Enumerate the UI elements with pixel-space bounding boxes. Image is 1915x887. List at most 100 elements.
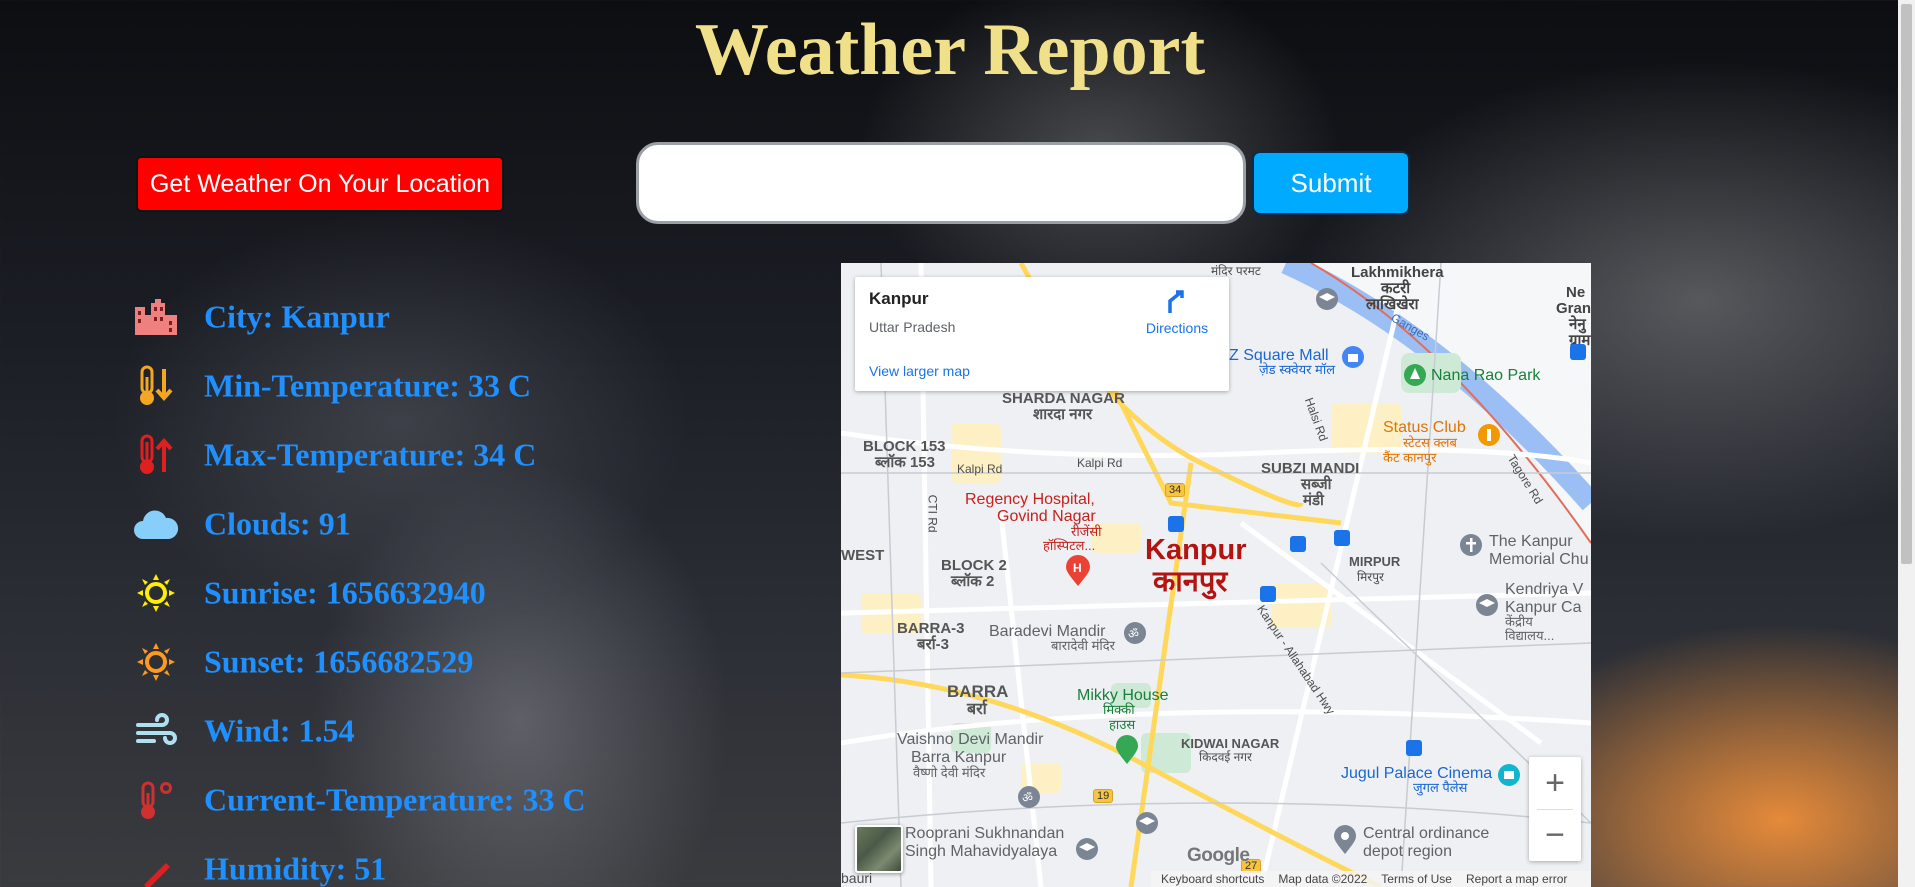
map-label-kanpur-memorial: The Kanpur: [1489, 533, 1573, 550]
embedded-map[interactable]: Kanpur Uttar Pradesh View larger map Dir…: [841, 263, 1591, 887]
map-label-kendriya: Kendriya V: [1505, 581, 1584, 598]
sunrise-icon: [133, 570, 179, 616]
map-label-vaishno2: Barra Kanpur: [911, 749, 1007, 766]
sunset-row: Sunset: 1656682529: [133, 627, 473, 696]
max-temperature-row: Max-Temperature: 34 C: [133, 420, 536, 489]
city-icon: [133, 294, 179, 340]
bus-stop-icon-3[interactable]: [1333, 529, 1351, 552]
bus-stop-icon-5[interactable]: [1405, 739, 1423, 762]
zoom-in-button[interactable]: +: [1529, 757, 1581, 809]
route-34-shield: 34: [1165, 483, 1186, 497]
zoom-divider: [1537, 809, 1573, 810]
zoom-out-button[interactable]: −: [1529, 809, 1581, 861]
humidity-text: Humidity: 51: [204, 850, 387, 886]
transit-pin-icon[interactable]: [1569, 343, 1587, 366]
report-map-error-link[interactable]: Report a map error: [1466, 872, 1567, 886]
map-label-kidwai-local: किदवई नगर: [1199, 750, 1252, 764]
map-label-status-club-local2: कैंट कानपुर: [1383, 450, 1437, 465]
temple-pin-icon[interactable]: ॐ: [1123, 621, 1147, 650]
shopping-pin-icon[interactable]: [1341, 345, 1365, 374]
satellite-toggle-button[interactable]: [855, 825, 903, 873]
map-label-nana-rao: Nana Rao Park: [1431, 367, 1541, 384]
map-label-baradevi-local: बारादेवी मंदिर: [1051, 638, 1115, 653]
school-pin-icon[interactable]: [1315, 287, 1339, 316]
park-pin-icon[interactable]: [1403, 363, 1427, 392]
min-temperature-row: Min-Temperature: 33 C: [133, 351, 531, 420]
map-label-status-club-local: स्टेटस क्लब: [1403, 435, 1457, 450]
city-text: City: Kanpur: [204, 298, 390, 334]
map-label-lakhmikhera-local2: लाखिखेरा: [1366, 296, 1419, 313]
current-temperature-row: Current-Temperature: 33 C: [133, 765, 586, 834]
clouds-text: Clouds: 91: [204, 505, 351, 541]
map-label-vaishno: Vaishno Devi Mandir: [897, 731, 1044, 748]
map-city-label: Kanpur: [1145, 534, 1247, 566]
hospital-pin-icon[interactable]: H: [1065, 555, 1091, 592]
sunrise-text: Sunrise: 1656632940: [204, 574, 486, 610]
sunset-icon: [133, 639, 179, 685]
min-temperature-icon: [133, 363, 179, 409]
humidity-row: Humidity: 51: [133, 834, 386, 887]
map-label-regency: Regency Hospital,: [965, 491, 1095, 508]
bus-stop-icon-2[interactable]: [1289, 535, 1307, 558]
map-label-regency2: Govind Nagar: [997, 508, 1096, 525]
svg-text:ॐ: ॐ: [1128, 627, 1139, 641]
wind-text: Wind: 1.54: [204, 712, 355, 748]
keyboard-shortcuts-link[interactable]: Keyboard shortcuts: [1161, 872, 1264, 886]
map-label-barra3-local: बर्रा-3: [917, 636, 949, 653]
map-label-mikky-local: मिक्की: [1103, 702, 1135, 717]
map-footer: Keyboard shortcuts Map data ©2022 Terms …: [1151, 871, 1591, 887]
location-pin-icon[interactable]: [1333, 825, 1357, 860]
current-temperature-icon: [133, 777, 179, 823]
wind-icon: [133, 708, 179, 754]
svg-text:H: H: [1073, 561, 1082, 575]
temple-pin-icon-2[interactable]: ॐ: [1017, 785, 1041, 814]
map-city-label-local: कानपुर: [1153, 566, 1228, 598]
map-label-kanpur-memorial2: Memorial Chu: [1489, 551, 1589, 568]
church-pin-icon[interactable]: [1459, 533, 1483, 562]
map-label-central-ord2: depot region: [1363, 843, 1452, 860]
svg-text:ॐ: ॐ: [1022, 791, 1033, 805]
map-label-rooprani: Rooprani Sukhnandan: [905, 825, 1065, 842]
terms-of-use-link[interactable]: Terms of Use: [1381, 872, 1452, 886]
page-scrollbar[interactable]: [1898, 0, 1915, 887]
map-label-sharda-nagar-local: शारदा नगर: [1033, 406, 1093, 423]
get-location-weather-button[interactable]: Get Weather On Your Location: [136, 156, 504, 212]
city-row: City: Kanpur: [133, 282, 390, 351]
route-19-shield: 19: [1093, 789, 1114, 803]
map-label-west: WEST: [841, 547, 885, 564]
submit-button[interactable]: Submit: [1252, 151, 1410, 215]
max-temperature-icon: [133, 432, 179, 478]
map-place-state: Uttar Pradesh: [869, 319, 956, 335]
cinema-pin-icon[interactable]: [1497, 763, 1521, 792]
cloud-icon: [133, 501, 179, 547]
map-label-barra: BARRA: [947, 682, 1009, 701]
directions-button[interactable]: Directions: [1139, 289, 1215, 336]
current-temperature-text: Current-Temperature: 33 C: [204, 781, 586, 817]
map-label-central-ord: Central ordinance: [1363, 825, 1490, 842]
map-label-rooprani2: Singh Mahavidyalaya: [905, 843, 1058, 860]
restaurant-pin-icon[interactable]: [1477, 423, 1501, 452]
map-label-regency-local2: हॉस्पिटल...: [1043, 538, 1096, 553]
map-label-mirpur: MIRPUR: [1349, 554, 1401, 569]
map-label-mandir-parmat: मंदिर परमट: [1211, 264, 1261, 278]
view-larger-map-link[interactable]: View larger map: [869, 363, 970, 379]
map-label-mirpur-local: मिरपुर: [1357, 570, 1384, 584]
clouds-row: Clouds: 91: [133, 489, 351, 558]
school-pin-icon-4[interactable]: [1075, 837, 1099, 866]
school-pin-icon-2[interactable]: [1475, 593, 1499, 622]
map-label-kalpi-rd: Kalpi Rd: [957, 462, 1003, 476]
map-data-text: Map data ©2022: [1278, 872, 1368, 886]
map-label-bottom-left: bauri: [841, 870, 873, 886]
map-place-name: Kanpur: [869, 289, 929, 308]
map-label-cti-rd: CTI Rd: [925, 494, 940, 533]
green-pin-icon[interactable]: [1115, 735, 1139, 770]
max-temperature-text: Max-Temperature: 34 C: [204, 436, 537, 472]
min-temperature-text: Min-Temperature: 33 C: [204, 367, 532, 403]
scrollbar-thumb[interactable]: [1901, 4, 1912, 564]
map-label-subzi-mandi-local2: मंडी: [1303, 492, 1324, 509]
map-label-vaishno-local: वैष्णो देवी मंदिर: [913, 765, 986, 780]
school-pin-icon-3[interactable]: [1135, 811, 1159, 840]
city-search-input[interactable]: [636, 142, 1246, 224]
map-label-block153-local: ब्लॉक 153: [875, 454, 935, 471]
map-label-z-square-local: ज़ेड स्क्वेयर मॉल: [1259, 362, 1336, 377]
